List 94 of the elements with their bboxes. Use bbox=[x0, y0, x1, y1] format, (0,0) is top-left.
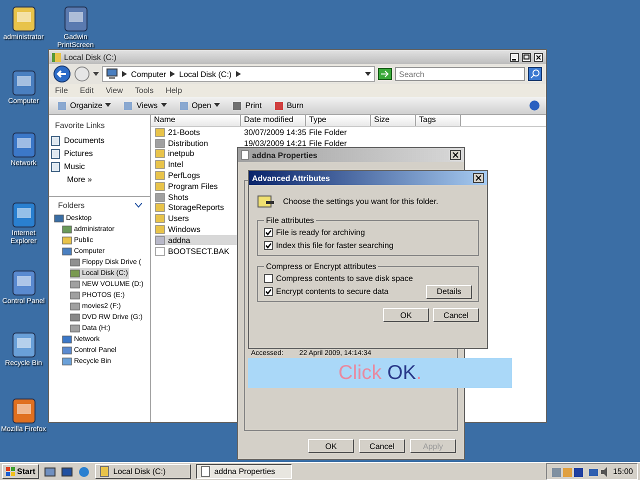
caret-icon bbox=[214, 103, 220, 108]
menu-item[interactable]: File bbox=[55, 86, 68, 95]
folder-settings-icon bbox=[257, 194, 275, 208]
close-button[interactable] bbox=[473, 173, 484, 183]
search-button[interactable] bbox=[528, 67, 542, 81]
taskbar-button[interactable]: Local Disk (C:) bbox=[95, 464, 192, 479]
file-name-cell[interactable]: Intel bbox=[155, 160, 241, 170]
document-icon bbox=[241, 150, 249, 160]
group-title: File attributes bbox=[265, 216, 316, 225]
date-cell-text: 19/03/2009 14:21 bbox=[243, 138, 306, 148]
file-name-cell[interactable]: BOOTSECT.BAK bbox=[155, 246, 241, 256]
checkbox[interactable] bbox=[264, 274, 273, 283]
toolbar-button[interactable]: Open bbox=[176, 100, 222, 112]
section-heading: Favorite Links bbox=[54, 120, 106, 132]
favorite-link[interactable]: Music bbox=[49, 160, 150, 173]
address-bar[interactable]: Computer Local Disk (C:) bbox=[102, 66, 375, 82]
go-button[interactable] bbox=[378, 68, 392, 80]
toolbar-button[interactable]: Print bbox=[230, 100, 264, 112]
favorite-link[interactable]: Pictures bbox=[49, 147, 150, 160]
file-name-cell[interactable]: PerfLogs bbox=[155, 170, 241, 181]
minimize-button[interactable] bbox=[510, 52, 519, 62]
dialog-title: addna Properties bbox=[252, 150, 318, 160]
toolbar-button[interactable]: Organize bbox=[55, 100, 114, 112]
taskbar-button[interactable]: addna Properties bbox=[196, 464, 292, 479]
caret-icon[interactable] bbox=[122, 71, 127, 77]
close-button[interactable] bbox=[534, 52, 543, 62]
breadcrumb-item[interactable]: Computer bbox=[131, 70, 166, 78]
menu-item[interactable]: Tools bbox=[134, 86, 154, 95]
checkbox[interactable] bbox=[264, 228, 273, 237]
caret-icon[interactable] bbox=[170, 71, 176, 77]
more-link[interactable]: More » bbox=[49, 173, 110, 186]
file-name-cell[interactable]: inetpub bbox=[155, 148, 241, 159]
dialog-title: Advanced Attributes bbox=[252, 174, 330, 182]
toolbar-icon bbox=[123, 100, 134, 110]
maximize-button[interactable] bbox=[522, 52, 531, 62]
dialog-button[interactable]: Cancel bbox=[433, 308, 479, 322]
toolbar-icon bbox=[57, 100, 67, 110]
column-header[interactable]: Size bbox=[371, 115, 416, 126]
menu-item[interactable]: Help bbox=[166, 86, 182, 95]
description-text: Choose the settings you want for this folder. bbox=[283, 196, 438, 206]
folder-icon bbox=[100, 466, 110, 477]
checkbox-label[interactable]: Compress contents to save disk space bbox=[276, 274, 413, 283]
dialog-button[interactable]: OK bbox=[383, 308, 429, 322]
file-name-cell[interactable]: Shots bbox=[155, 192, 241, 202]
file-name-cell[interactable]: Users bbox=[155, 214, 241, 224]
clock[interactable]: 15:00 bbox=[612, 467, 633, 476]
caret-icon bbox=[105, 103, 112, 108]
checkbox-label[interactable]: Encrypt contents to secure data bbox=[276, 287, 389, 296]
chevron-icon[interactable] bbox=[135, 203, 142, 208]
start-button[interactable]: Start bbox=[2, 464, 40, 479]
start-logo-icon bbox=[6, 467, 15, 476]
column-header[interactable]: Name bbox=[151, 115, 241, 126]
back-button[interactable] bbox=[53, 65, 71, 83]
checkbox[interactable] bbox=[264, 241, 273, 250]
file-icon bbox=[155, 246, 165, 256]
toolbar-button[interactable]: Burn bbox=[272, 100, 306, 112]
file-name-cell[interactable]: 21-Boots bbox=[155, 127, 241, 138]
toolbar-icon bbox=[178, 100, 189, 110]
toolbar-icon bbox=[232, 100, 242, 110]
breadcrumb-item[interactable]: Local Disk (C:) bbox=[179, 70, 232, 78]
document-icon bbox=[201, 466, 210, 477]
checkbox-label[interactable]: Index this file for faster searching bbox=[276, 241, 394, 250]
file-name-cell[interactable]: Distribution bbox=[155, 138, 241, 148]
checkbox[interactable] bbox=[264, 287, 273, 296]
dialog-button[interactable]: Cancel bbox=[359, 439, 405, 453]
search-field[interactable]: Search bbox=[395, 67, 525, 81]
toolbar-icon bbox=[274, 100, 284, 110]
folder-icon bbox=[62, 236, 72, 245]
dialog-button[interactable]: OK bbox=[308, 439, 354, 453]
folder-icon bbox=[52, 52, 61, 62]
column-header[interactable]: Date modified bbox=[241, 115, 306, 126]
type-cell-text: File Folder bbox=[308, 138, 348, 148]
favorite-link[interactable]: Documents bbox=[49, 134, 150, 147]
checkbox-label[interactable]: File is ready for archiving bbox=[276, 228, 365, 237]
details-button[interactable]: Details bbox=[426, 284, 472, 298]
type-cell-text: File Folder bbox=[308, 128, 348, 137]
file-name-cell[interactable]: StorageReports bbox=[155, 202, 241, 213]
network-volume-icons[interactable] bbox=[588, 466, 610, 478]
toolbar-button[interactable]: Views bbox=[121, 100, 169, 112]
section-heading: Folders bbox=[58, 201, 85, 210]
column-header[interactable]: Type bbox=[306, 115, 371, 126]
window-title: Local Disk (C:) bbox=[64, 52, 116, 62]
date-cell-text: 30/07/2009 14:35 bbox=[243, 128, 306, 137]
caret-icon[interactable] bbox=[365, 71, 371, 77]
caret-icon[interactable] bbox=[93, 71, 99, 77]
column-header[interactable]: Tags bbox=[416, 115, 461, 126]
menu-item[interactable]: View bbox=[106, 86, 123, 95]
group-title: Compress or Encrypt attributes bbox=[265, 262, 378, 271]
caret-icon[interactable] bbox=[236, 71, 241, 77]
instruction-text: Click OK. bbox=[338, 362, 422, 384]
file-name-cell[interactable]: Program Files bbox=[155, 181, 241, 192]
menu-item[interactable]: Edit bbox=[80, 86, 94, 95]
file-name-cell[interactable]: Windows bbox=[155, 224, 241, 235]
caret-icon bbox=[160, 103, 167, 108]
